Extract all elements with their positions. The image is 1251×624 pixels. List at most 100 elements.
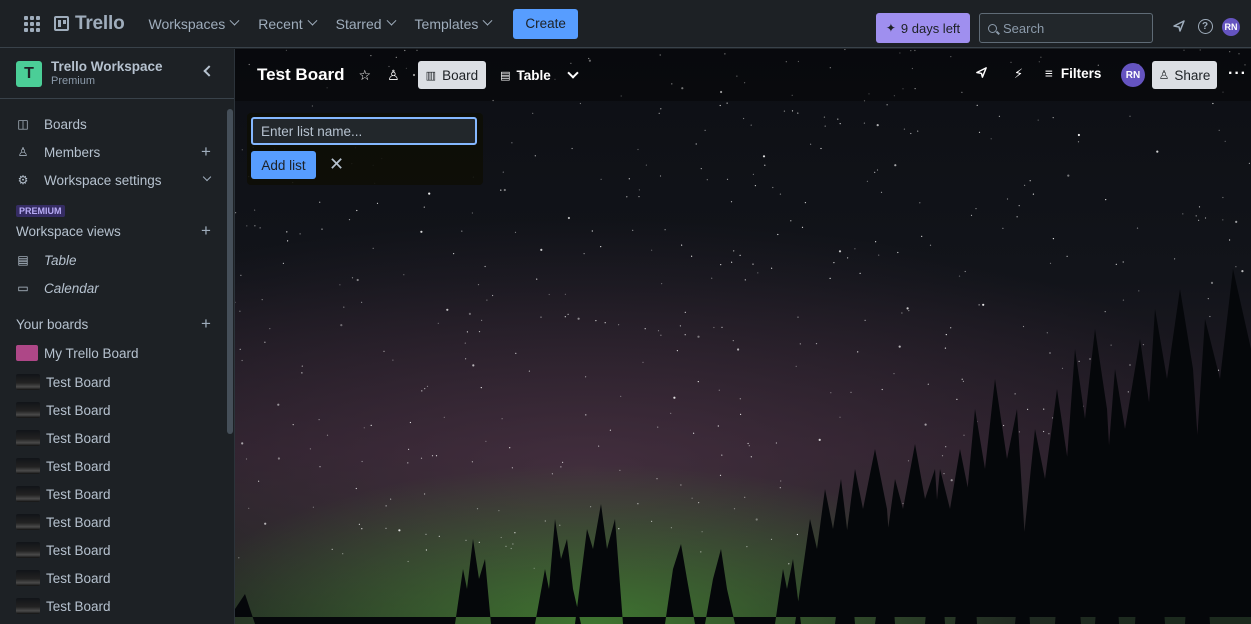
list-name-input[interactable] xyxy=(251,117,477,145)
notifications-megaphone-icon[interactable] xyxy=(1169,16,1189,36)
premium-badge: PREMIUM xyxy=(16,205,65,217)
sidebar-item-boards[interactable]: ◫ Boards xyxy=(0,110,226,138)
sidebar-scrollbar[interactable] xyxy=(227,109,233,434)
board-thumbnail xyxy=(16,374,40,390)
board-thumbnail xyxy=(16,458,40,474)
board-member-avatar[interactable]: RN xyxy=(1121,63,1145,87)
sidebar-board-item[interactable]: Test Board xyxy=(0,424,226,452)
board-name: My Trello Board xyxy=(44,345,139,361)
sidebar-item-label: Workspace settings xyxy=(44,172,162,188)
board-name: Test Board xyxy=(46,374,111,390)
board-name: Test Board xyxy=(46,542,111,558)
add-member-plus-icon[interactable]: + xyxy=(201,142,211,162)
sidebar-item-label: Table xyxy=(44,252,77,268)
collapse-sidebar-chevron-icon[interactable] xyxy=(203,65,215,77)
board-thumbnail xyxy=(16,345,38,361)
board-thumbnail xyxy=(16,402,40,418)
sidebar-board-item[interactable]: Test Board xyxy=(0,592,226,620)
trial-days-left-button[interactable]: ✦ 9 days left xyxy=(876,13,970,43)
add-view-plus-icon[interactable]: + xyxy=(201,221,211,241)
sidebar-item-calendar-view[interactable]: ▭ Calendar xyxy=(0,274,226,302)
add-board-plus-icon[interactable]: + xyxy=(201,314,211,334)
close-icon[interactable]: ✕ xyxy=(329,154,344,175)
workspace-views-heading: Workspace views + xyxy=(16,221,226,241)
board-name: Test Board xyxy=(46,402,111,418)
sidebar-item-members[interactable]: ♙ Members + xyxy=(0,138,226,166)
filter-icon: ≡ xyxy=(1045,66,1053,81)
more-views-chevron-icon[interactable] xyxy=(567,67,579,79)
top-navigation-bar: Trello Workspaces Recent Starred Templat… xyxy=(0,0,1251,48)
board-name: Test Board xyxy=(46,430,111,446)
your-boards-heading: Your boards + xyxy=(16,314,226,334)
help-icon[interactable]: ? xyxy=(1195,16,1215,36)
your-boards-label: Your boards xyxy=(16,316,89,332)
chevron-down-icon xyxy=(202,172,212,182)
search-box[interactable] xyxy=(979,13,1153,43)
board-thumbnail xyxy=(16,486,40,502)
trello-logo-text: Trello xyxy=(75,12,125,34)
sidebar-board-item[interactable]: Test Board xyxy=(0,452,226,480)
automation-lightning-icon[interactable]: ⚡ xyxy=(1014,66,1023,82)
power-ups-rocket-icon[interactable] xyxy=(975,66,988,82)
board-view-tab[interactable]: ▥ Board xyxy=(417,61,487,89)
star-icon[interactable]: ☆ xyxy=(359,67,372,84)
board-menu-more-icon[interactable]: ··· xyxy=(1228,65,1247,83)
sidebar-board-item[interactable]: Test Board xyxy=(0,396,226,424)
filters-button[interactable]: ≡ Filters xyxy=(1045,66,1101,81)
trello-logo-icon xyxy=(54,16,69,31)
share-button[interactable]: ♙ Share xyxy=(1152,61,1217,89)
sidebar-board-item[interactable]: Test Board xyxy=(0,508,226,536)
starred-menu-label: Starred xyxy=(335,15,382,32)
workspace-visibility-icon[interactable]: ♙ xyxy=(387,67,400,84)
sparkle-icon: ✦ xyxy=(885,21,896,35)
search-icon xyxy=(988,23,997,33)
table-view-tab[interactable]: ▤ Table xyxy=(492,61,559,89)
trello-logo[interactable]: Trello xyxy=(54,12,125,35)
sidebar-item-label: Calendar xyxy=(44,280,99,296)
app-switcher-grid-icon[interactable] xyxy=(18,10,46,38)
board-thumbnail xyxy=(16,542,40,558)
sidebar-board-item[interactable]: Test Board xyxy=(0,564,226,592)
workspaces-menu[interactable]: Workspaces xyxy=(138,8,248,40)
templates-menu[interactable]: Templates xyxy=(405,8,502,40)
board-icon: ◫ xyxy=(17,117,29,131)
gear-icon: ⚙ xyxy=(17,173,29,187)
recent-menu[interactable]: Recent xyxy=(248,8,325,40)
share-label: Share xyxy=(1174,67,1211,83)
table-icon: ▤ xyxy=(500,69,511,82)
create-button[interactable]: Create xyxy=(513,8,578,39)
person-icon: ♙ xyxy=(17,145,29,159)
starred-menu[interactable]: Starred xyxy=(326,8,405,40)
account-avatar[interactable]: RN xyxy=(1222,18,1240,36)
sidebar-item-workspace-settings[interactable]: ⚙ Workspace settings xyxy=(0,166,226,194)
chevron-down-icon xyxy=(229,15,240,26)
chevron-down-icon xyxy=(307,15,318,26)
board-name: Test Board xyxy=(46,598,111,614)
sidebar-item-label: Boards xyxy=(44,116,87,132)
workspace-name[interactable]: Trello Workspace xyxy=(51,59,163,74)
board-thumbnail xyxy=(16,598,40,614)
sidebar-board-item[interactable]: Test Board xyxy=(0,368,226,396)
add-list-button[interactable]: Add list xyxy=(251,151,316,179)
chevron-down-icon xyxy=(386,15,396,26)
recent-menu-label: Recent xyxy=(258,15,303,32)
sidebar-board-item[interactable]: Test Board xyxy=(0,480,226,508)
board-view-icon: ▥ xyxy=(425,69,437,82)
share-people-icon: ♙ xyxy=(1158,68,1170,82)
board-name: Test Board xyxy=(46,514,111,530)
board-header: Test Board ☆ ♙ ▥ Board ▤ Table ⚡ ≡ Filte… xyxy=(235,49,1251,101)
sidebar-board-item[interactable]: My Trello Board xyxy=(0,339,226,367)
board-name: Test Board xyxy=(46,486,111,502)
search-input[interactable] xyxy=(1003,20,1143,36)
board-thumbnail xyxy=(16,430,40,446)
workspace-logo[interactable]: T xyxy=(16,60,42,87)
sidebar-board-item[interactable]: Test Board xyxy=(0,536,226,564)
board-canvas: Test Board ☆ ♙ ▥ Board ▤ Table ⚡ ≡ Filte… xyxy=(235,49,1251,624)
templates-menu-label: Templates xyxy=(414,15,479,32)
workspaces-menu-label: Workspaces xyxy=(148,15,226,32)
board-thumbnail xyxy=(16,514,40,530)
sidebar-item-table-view[interactable]: ▤ Table xyxy=(0,246,226,274)
board-title[interactable]: Test Board xyxy=(257,65,345,85)
trial-label: 9 days left xyxy=(900,20,961,36)
workspace-plan: Premium xyxy=(51,74,96,87)
